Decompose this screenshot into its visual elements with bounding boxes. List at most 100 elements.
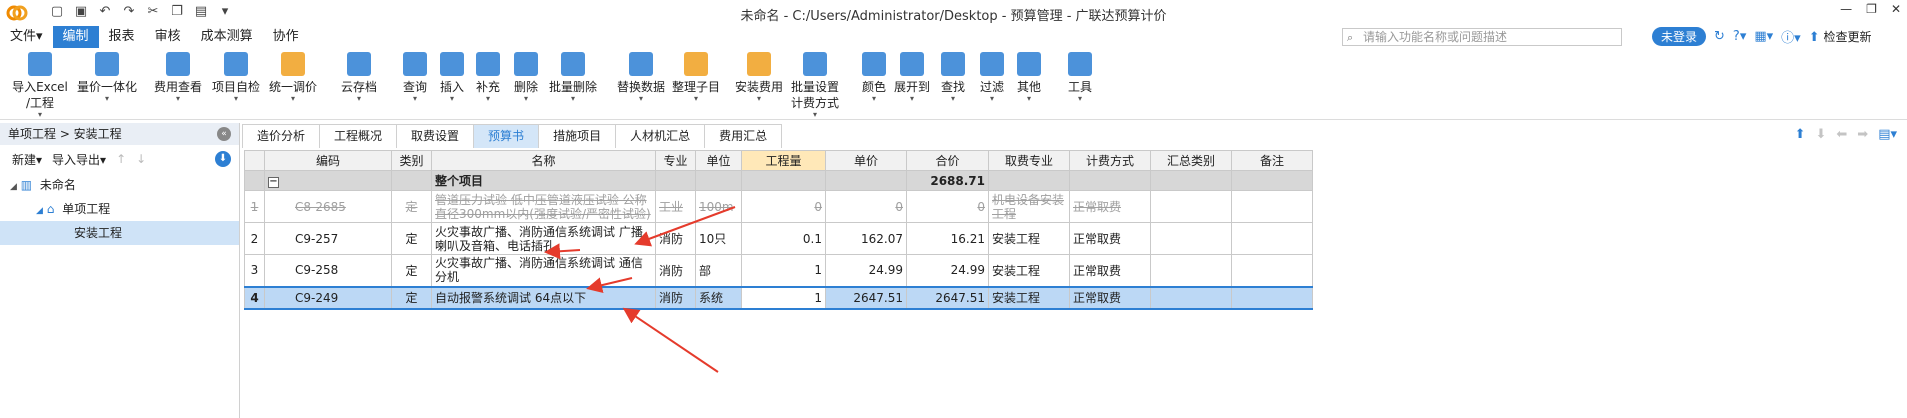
restore-icon[interactable]: ❐ — [1866, 2, 1877, 16]
collapse-arrow-icon[interactable]: ◢ — [10, 182, 17, 192]
tools-button[interactable]: 工具 ▾ — [1050, 52, 1110, 103]
fee-mode-cell[interactable]: 正常取费 — [1069, 190, 1151, 223]
note-cell[interactable] — [1231, 222, 1313, 255]
collapse-toggle-icon[interactable]: − — [268, 177, 279, 188]
column-header[interactable]: 类别 — [391, 150, 432, 171]
import-export-button[interactable]: 导入导出▾ — [52, 151, 106, 168]
price-adjust-button[interactable]: 统一调价 ▾ — [263, 52, 323, 103]
sum-type-cell[interactable] — [1150, 285, 1232, 310]
quantity-input-cell[interactable]: 1 — [741, 285, 826, 310]
fee-spec-cell[interactable]: 机电设备安装工程 — [988, 190, 1070, 223]
code-cell[interactable]: C9-257 — [264, 222, 392, 255]
column-header[interactable]: 汇总类别 — [1150, 150, 1232, 171]
self-check-button[interactable]: 项目自检 ▾ — [206, 52, 266, 103]
login-button[interactable]: 未登录 — [1652, 27, 1707, 46]
collapse-arrow-icon[interactable]: ◢ — [36, 206, 43, 216]
menu-item-review[interactable]: 审核 — [145, 26, 191, 48]
quantity-cell[interactable]: 0 — [741, 190, 826, 223]
total-cell[interactable]: 2647.51 — [906, 285, 989, 310]
name-cell[interactable]: 火灾事故广播、消防通信系统调试 广播喇叭及音箱、电话插孔 — [431, 222, 656, 255]
refresh-icon[interactable]: ↻ — [1714, 29, 1725, 44]
new-button[interactable]: 新建▾ — [12, 151, 42, 168]
spec-cell[interactable]: 消防 — [655, 285, 696, 310]
menu-item-file[interactable]: 文件▾ — [0, 26, 53, 48]
price-cell[interactable]: 24.99 — [825, 254, 907, 287]
tab-cost-analysis[interactable]: 造价分析 — [242, 124, 321, 148]
batch-delete-button[interactable]: 批量删除 ▾ — [543, 52, 603, 103]
unit-cell[interactable]: 10只 — [695, 222, 742, 255]
unit-cell[interactable]: 系统 — [695, 285, 742, 310]
total-cell[interactable]: 0 — [906, 190, 989, 223]
tree-item-single-project[interactable]: ◢ ⌂ 单项工程 — [0, 197, 239, 221]
install-fee-button[interactable]: 安装费用 ▾ — [729, 52, 789, 103]
download-icon[interactable]: ⬇ — [215, 151, 231, 167]
total-cell[interactable]: 16.21 — [906, 222, 989, 255]
column-header[interactable]: 单位 — [695, 150, 742, 171]
column-header[interactable]: 备注 — [1231, 150, 1313, 171]
note-cell[interactable] — [1231, 190, 1313, 223]
column-header[interactable]: 单价 — [825, 150, 907, 171]
info-icon[interactable]: ⓘ▾ — [1781, 27, 1801, 46]
type-cell[interactable]: 定 — [391, 190, 432, 223]
column-header[interactable]: 计费方式 — [1069, 150, 1151, 171]
menu-item-cost-estimate[interactable]: 成本测算 — [191, 26, 263, 48]
table-row[interactable]: 2 C9-257 定 火灾事故广播、消防通信系统调试 广播喇叭及音箱、电话插孔 … — [244, 222, 1313, 255]
type-cell[interactable]: 定 — [391, 222, 432, 255]
close-icon[interactable]: ✕ — [1891, 2, 1901, 16]
column-header[interactable]: 名称 — [431, 150, 656, 171]
cloud-archive-button[interactable]: 云存档 ▾ — [329, 52, 389, 103]
move-row-down-icon[interactable]: ⬇ — [1815, 127, 1826, 142]
tab-fee-summary[interactable]: 费用汇总 — [704, 124, 783, 148]
check-update-button[interactable]: ⬆ 检查更新 — [1809, 28, 1872, 45]
spec-cell[interactable]: 工业 — [655, 190, 696, 223]
table-row-selected[interactable]: 4 C9-249 定 自动报警系统调试 64点以下 消防 系统 1 2647.5… — [244, 285, 1313, 310]
sum-type-cell[interactable] — [1150, 222, 1232, 255]
organize-items-button[interactable]: 整理子目 ▾ — [666, 52, 726, 103]
search-input[interactable]: ⌕ 请输入功能名称或问题描述 — [1342, 28, 1622, 46]
total-cell[interactable]: 24.99 — [906, 254, 989, 287]
fee-view-button[interactable]: 费用查看 ▾ — [148, 52, 208, 103]
menu-item-report[interactable]: 报表 — [99, 26, 145, 48]
move-row-right-icon[interactable]: ➡ — [1857, 127, 1868, 142]
column-header-quantity[interactable]: 工程量 — [741, 150, 826, 171]
column-header[interactable]: 取费专业 — [988, 150, 1070, 171]
tab-measures[interactable]: 措施项目 — [538, 124, 617, 148]
fee-mode-cell[interactable]: 正常取费 — [1069, 285, 1151, 310]
column-header[interactable]: 专业 — [655, 150, 696, 171]
column-header[interactable]: 编码 — [264, 150, 392, 171]
column-header[interactable]: 合价 — [906, 150, 989, 171]
tree-item-root[interactable]: ◢ ▥ 未命名 — [0, 173, 239, 197]
move-up-icon[interactable]: ↑ — [116, 152, 126, 166]
replace-data-button[interactable]: 替换数据 ▾ — [611, 52, 671, 103]
help-icon[interactable]: ?▾ — [1733, 29, 1746, 44]
price-cell[interactable]: 162.07 — [825, 222, 907, 255]
fee-mode-cell[interactable]: 正常取费 — [1069, 254, 1151, 287]
type-cell[interactable]: 定 — [391, 285, 432, 310]
sum-type-cell[interactable] — [1150, 254, 1232, 287]
total-row[interactable]: − 整个项目 2688.71 — [244, 170, 1313, 191]
code-cell[interactable]: C9-258 — [264, 254, 392, 287]
price-cell[interactable]: 0 — [825, 190, 907, 223]
menu-item-collaborate[interactable]: 协作 — [263, 26, 309, 48]
name-cell[interactable]: 火灾事故广播、消防通信系统调试 通信分机 — [431, 254, 656, 287]
tree-item-install-project[interactable]: 安装工程 — [0, 221, 239, 245]
spec-cell[interactable]: 消防 — [655, 254, 696, 287]
fee-mode-cell[interactable]: 正常取费 — [1069, 222, 1151, 255]
quantity-cell[interactable]: 1 — [741, 254, 826, 287]
price-cell[interactable]: 2647.51 — [825, 285, 907, 310]
minimize-icon[interactable]: — — [1840, 2, 1852, 16]
table-row[interactable]: 3 C9-258 定 火灾事故广播、消防通信系统调试 通信分机 消防 部 1 2… — [244, 254, 1313, 287]
spec-cell[interactable]: 消防 — [655, 222, 696, 255]
move-row-up-icon[interactable]: ⬆ — [1795, 127, 1806, 142]
expand-cell[interactable]: − — [264, 170, 392, 191]
tab-labor-material-summary[interactable]: 人材机汇总 — [615, 124, 706, 148]
tab-project-overview[interactable]: 工程概况 — [319, 124, 398, 148]
tab-fee-settings[interactable]: 取费设置 — [396, 124, 475, 148]
type-cell[interactable]: 定 — [391, 254, 432, 287]
move-down-icon[interactable]: ↓ — [136, 152, 146, 166]
import-excel-button[interactable]: 导入Excel /工程 ▾ — [10, 52, 70, 119]
move-row-left-icon[interactable]: ⬅ — [1836, 127, 1847, 142]
fee-spec-cell[interactable]: 安装工程 — [988, 254, 1070, 287]
code-cell[interactable]: C8-2685 — [264, 190, 392, 223]
quantity-cell[interactable]: 0.1 — [741, 222, 826, 255]
